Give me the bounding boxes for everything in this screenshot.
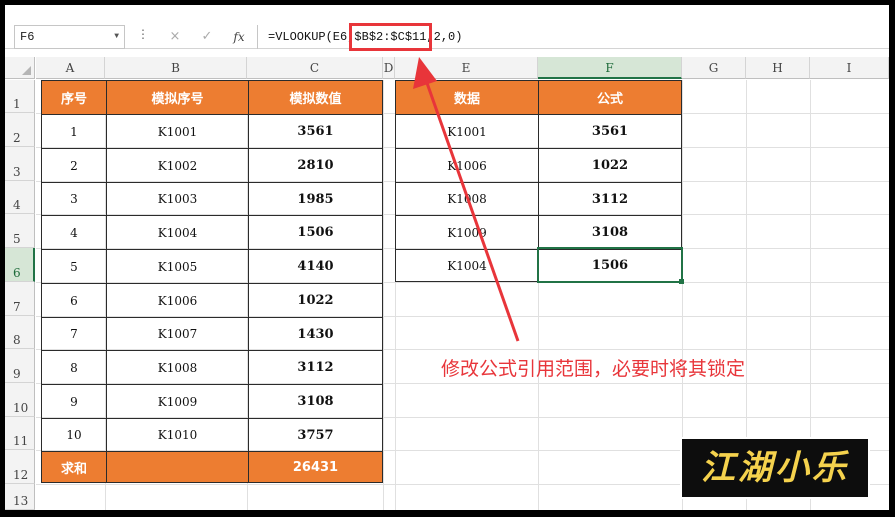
annotation-arrow <box>413 57 520 342</box>
annotation-text: 修改公式引用范围，必要时将其锁定 <box>441 358 746 380</box>
watermark-logo: 江湖小乐 <box>680 437 870 499</box>
excel-window: F6 ▼ ⋮ × ✓ fx =VLOOKUP(E6,$B$2:$C$11,2,0… <box>5 5 889 510</box>
